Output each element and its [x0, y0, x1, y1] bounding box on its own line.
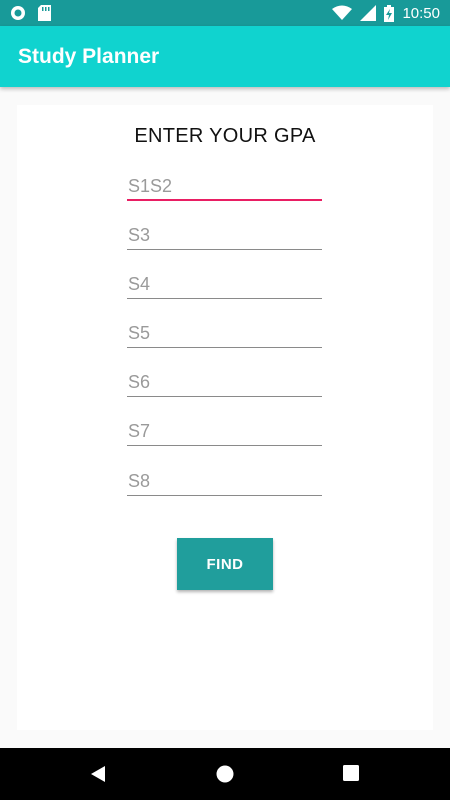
navigation-bar: [0, 748, 450, 800]
form-heading: ENTER YOUR GPA: [134, 125, 316, 147]
gpa-input-s5[interactable]: [127, 314, 322, 347]
app-title: Study Planner: [18, 44, 160, 68]
gpa-input-s6[interactable]: [127, 363, 322, 396]
gpa-field-s8[interactable]: [127, 462, 322, 496]
cell-signal-icon: [360, 5, 377, 21]
gpa-field-s5[interactable]: [127, 314, 322, 348]
status-left-icons: [10, 5, 51, 21]
gpa-input-s3[interactable]: [127, 216, 322, 249]
gpa-field-s6[interactable]: [127, 363, 322, 397]
back-icon[interactable]: [89, 765, 107, 783]
gpa-input-s7[interactable]: [127, 412, 322, 445]
gpa-field-s3[interactable]: [127, 216, 322, 250]
gpa-field-s7[interactable]: [127, 412, 322, 446]
sd-card-icon: [38, 5, 51, 21]
circle-notification-icon: [11, 6, 25, 20]
gpa-field-s1s2[interactable]: [127, 167, 322, 201]
status-bar: 10:50: [0, 0, 450, 26]
gpa-input-s1s2[interactable]: [127, 167, 322, 199]
gpa-field-s4[interactable]: [127, 265, 322, 299]
app-bar: Study Planner: [0, 26, 450, 87]
gpa-input-s8[interactable]: [127, 462, 322, 495]
gpa-form-card: ENTER YOUR GPA FIND: [17, 105, 433, 730]
find-button[interactable]: FIND: [177, 538, 273, 590]
home-icon[interactable]: [216, 765, 234, 783]
status-right-icons: 10:50: [332, 4, 440, 22]
battery-charging-icon: [384, 4, 395, 22]
status-time: 10:50: [402, 4, 440, 22]
gpa-input-s4[interactable]: [127, 265, 322, 298]
recents-icon[interactable]: [343, 765, 359, 781]
wifi-icon: [332, 5, 353, 20]
